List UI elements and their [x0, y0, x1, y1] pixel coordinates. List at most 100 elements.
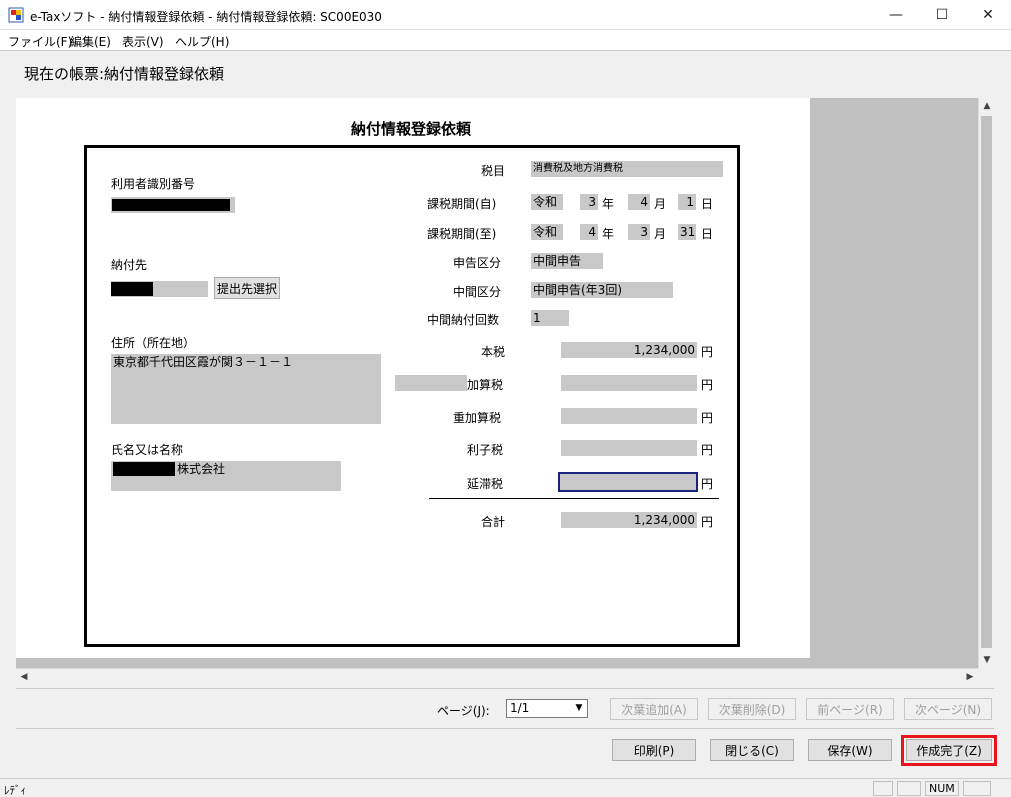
redacted-block: [112, 199, 230, 211]
address-field[interactable]: 東京都千代田区霞が関３－１－１: [111, 354, 381, 424]
menu-edit[interactable]: 編集(E): [70, 33, 111, 50]
payee-field[interactable]: [111, 281, 208, 297]
scroll-right-icon[interactable]: ▶: [962, 669, 978, 685]
day-unit: 日: [701, 227, 714, 241]
heavy-additional-tax-label: 重加算税: [453, 411, 502, 425]
maximize-icon: ☐: [935, 7, 949, 23]
menu-bar: ファイル(F) 編集(E) 表示(V) ヘルプ(H): [0, 30, 1011, 50]
interest-tax-field[interactable]: [561, 440, 697, 456]
complete-button[interactable]: 作成完了(Z): [906, 739, 992, 761]
additional-tax-field[interactable]: [561, 375, 697, 391]
status-cell: [873, 781, 893, 796]
status-bar: ﾚﾃﾞｨ NUM: [0, 778, 1011, 797]
delinquent-tax-field[interactable]: [558, 472, 698, 492]
minimize-icon: —: [889, 7, 903, 23]
name-suffix: 株式会社: [177, 462, 226, 476]
declaration-type-label: 申告区分: [453, 256, 502, 270]
month-unit: 月: [654, 227, 667, 241]
payee-label: 納付先: [111, 258, 148, 272]
total-divider: [429, 498, 719, 499]
menu-file[interactable]: ファイル(F): [8, 33, 72, 50]
status-cell: [897, 781, 921, 796]
interim-type-field[interactable]: 中間申告(年3回): [531, 282, 673, 298]
day-unit: 日: [701, 197, 714, 211]
heavy-additional-tax-field[interactable]: [561, 408, 697, 424]
main-tax-label: 本税: [481, 345, 506, 359]
page-select-value: 1/1: [510, 701, 530, 715]
num-lock-indicator: NUM: [925, 781, 959, 796]
scroll-down-icon[interactable]: ▼: [979, 652, 995, 668]
prev-page-button[interactable]: 前ページ(R): [806, 698, 894, 720]
menu-separator: [0, 50, 1011, 51]
tax-item-label: 税目: [481, 164, 506, 178]
interim-count-field[interactable]: 1: [531, 310, 569, 326]
redacted-block: [113, 462, 175, 476]
period-to-month[interactable]: 3: [628, 224, 650, 240]
redacted-block: [111, 282, 153, 296]
delete-next-sheet-button[interactable]: 次葉削除(D): [708, 698, 796, 720]
vertical-scrollbar[interactable]: ▲ ▼: [978, 98, 994, 668]
period-from-day[interactable]: 1: [678, 194, 696, 210]
chevron-down-icon: ▼: [575, 703, 583, 713]
yen-unit: 円: [701, 443, 714, 457]
additional-tax-type-field[interactable]: [395, 375, 467, 391]
period-to-era[interactable]: 令和: [531, 224, 563, 240]
year-unit: 年: [602, 197, 615, 211]
period-from-month[interactable]: 4: [628, 194, 650, 210]
total-field[interactable]: 1,234,000: [561, 512, 697, 528]
period-to-day[interactable]: 31: [678, 224, 696, 240]
month-unit: 月: [654, 197, 667, 211]
title-bar: e-Taxソフト - 納付情報登録依頼 - 納付情報登録依頼: SC00E030…: [0, 0, 1011, 30]
save-button[interactable]: 保存(W): [808, 739, 892, 761]
period-to-year[interactable]: 4: [580, 224, 598, 240]
period-from-year[interactable]: 3: [580, 194, 598, 210]
tax-item-field[interactable]: 消費税及地方消費税: [531, 161, 723, 177]
declaration-type-field[interactable]: 中間申告: [531, 253, 603, 269]
name-field[interactable]: 株式会社: [111, 461, 341, 491]
interim-type-label: 中間区分: [453, 285, 502, 299]
page-label: ページ(J):: [437, 704, 490, 718]
page-select[interactable]: 1/1 ▼: [506, 699, 588, 718]
year-unit: 年: [602, 227, 615, 241]
maximize-button[interactable]: ☐: [919, 0, 965, 30]
status-text: ﾚﾃﾞｨ: [4, 784, 26, 797]
close-icon: ✕: [982, 7, 994, 23]
add-next-sheet-button[interactable]: 次葉追加(A): [610, 698, 698, 720]
yen-unit: 円: [701, 515, 714, 529]
close-button[interactable]: 閉じる(C): [710, 739, 794, 761]
form-paper: 納付情報登録依頼 利用者識別番号 納付先 提出先選択 住所（所在地） 東京都千代…: [16, 98, 810, 658]
user-id-label: 利用者識別番号: [111, 177, 196, 191]
menu-help[interactable]: ヘルプ(H): [175, 33, 229, 50]
delinquent-tax-label: 延滞税: [467, 477, 504, 491]
vertical-scroll-thumb[interactable]: [981, 116, 992, 648]
yen-unit: 円: [701, 345, 714, 359]
form-title: 納付情報登録依頼: [350, 120, 471, 138]
horizontal-scrollbar[interactable]: ◀ ▶: [16, 668, 978, 684]
form-box: 利用者識別番号 納付先 提出先選択 住所（所在地） 東京都千代田区霞が関３－１－…: [84, 145, 740, 647]
interest-tax-label: 利子税: [467, 443, 504, 457]
yen-unit: 円: [701, 411, 714, 425]
status-cell: [963, 781, 991, 796]
close-window-button[interactable]: ✕: [965, 0, 1011, 30]
minimize-button[interactable]: —: [873, 0, 919, 30]
menu-view[interactable]: 表示(V): [122, 33, 164, 50]
pager-separator: [16, 688, 994, 689]
period-from-era[interactable]: 令和: [531, 194, 563, 210]
period-from-label: 課税期間(自): [427, 197, 497, 211]
action-separator: [16, 728, 994, 729]
total-label: 合計: [481, 515, 506, 529]
main-tax-field[interactable]: 1,234,000: [561, 342, 697, 358]
next-page-button[interactable]: 次ページ(N): [904, 698, 992, 720]
scroll-left-icon[interactable]: ◀: [16, 669, 32, 685]
additional-tax-label: 加算税: [467, 378, 504, 392]
current-form-label: 現在の帳票:納付情報登録依頼: [24, 65, 225, 83]
address-label: 住所（所在地）: [111, 336, 196, 350]
user-id-field[interactable]: [111, 197, 235, 213]
window-title: e-Taxソフト - 納付情報登録依頼 - 納付情報登録依頼: SC00E030: [30, 10, 382, 24]
print-button[interactable]: 印刷(P): [612, 739, 696, 761]
period-to-label: 課税期間(至): [427, 227, 497, 241]
scroll-up-icon[interactable]: ▲: [979, 98, 995, 114]
select-submission-button[interactable]: 提出先選択: [214, 277, 280, 299]
document-viewport: 納付情報登録依頼 利用者識別番号 納付先 提出先選択 住所（所在地） 東京都千代…: [16, 98, 978, 668]
interim-count-label: 中間納付回数: [427, 313, 500, 327]
